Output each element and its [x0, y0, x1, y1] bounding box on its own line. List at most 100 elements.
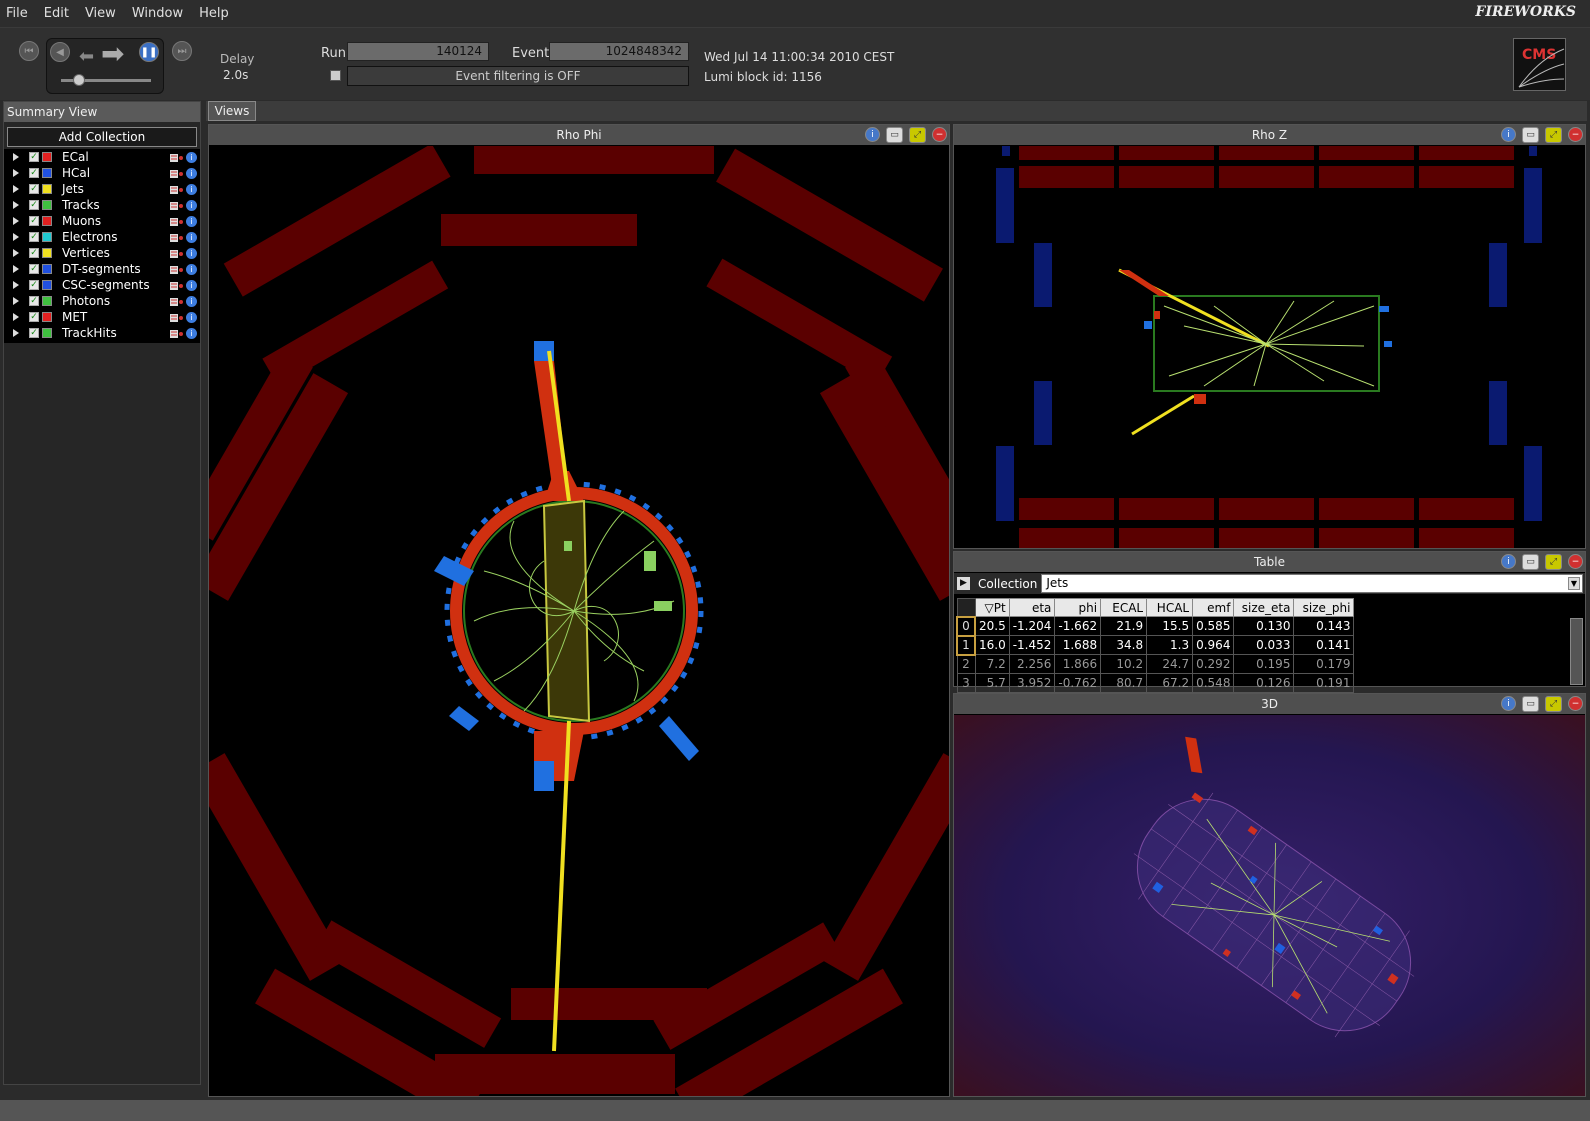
filter-icon[interactable] [170, 264, 183, 274]
info-icon[interactable]: i [1501, 554, 1516, 569]
color-swatch[interactable] [42, 232, 52, 242]
add-collection-button[interactable]: Add Collection [7, 127, 197, 147]
column-header[interactable]: eta [1008, 598, 1056, 617]
info-icon[interactable]: i [865, 127, 880, 142]
visibility-checkbox[interactable]: ✓ [29, 312, 39, 322]
first-event-button[interactable]: ⏮ [19, 41, 39, 61]
info-icon[interactable]: i [186, 263, 197, 275]
info-icon[interactable]: i [186, 247, 197, 259]
visibility-checkbox[interactable]: ✓ [29, 248, 39, 258]
visibility-checkbox[interactable]: ✓ [29, 152, 39, 162]
filter-icon[interactable] [170, 168, 183, 178]
expand-triangle-icon[interactable] [13, 233, 19, 241]
info-icon[interactable]: i [186, 327, 197, 339]
row-index[interactable]: 3 [956, 673, 976, 693]
column-header[interactable]: size_eta [1233, 598, 1295, 617]
rho-phi-canvas[interactable] [209, 136, 949, 1096]
collection-item-vertices[interactable]: ✓ Vertices i [4, 245, 200, 261]
maximize-icon[interactable]: ⤢ [1545, 554, 1562, 570]
forward-arrow-icon[interactable]: ➡ [101, 40, 124, 68]
column-header[interactable]: phi [1054, 598, 1102, 617]
undock-icon[interactable]: ▭ [886, 127, 903, 143]
color-swatch[interactable] [42, 168, 52, 178]
menu-help[interactable]: Help [199, 6, 229, 21]
expand-triangle-icon[interactable] [13, 169, 19, 177]
menu-edit[interactable]: Edit [44, 6, 69, 21]
previous-event-button[interactable]: ◀ [50, 42, 70, 62]
color-swatch[interactable] [42, 312, 52, 322]
filter-icon[interactable] [170, 152, 183, 162]
info-icon[interactable]: i [186, 167, 197, 179]
collection-item-ecal[interactable]: ✓ ECal i [4, 149, 200, 165]
collection-item-dt-segments[interactable]: ✓ DT-segments i [4, 261, 200, 277]
rho-z-canvas[interactable] [954, 146, 1585, 548]
color-swatch[interactable] [42, 152, 52, 162]
menu-view[interactable]: View [85, 6, 116, 21]
table-row[interactable]: 0 20.5 -1.204 -1.662 21.9 15.5 0.585 0.130 0.143 [956, 615, 1355, 637]
maximize-icon[interactable]: ⤢ [1545, 696, 1562, 712]
collection-item-csc-segments[interactable]: ✓ CSC-segments i [4, 277, 200, 293]
close-icon[interactable]: − [932, 127, 947, 142]
row-index[interactable]: 1 [956, 634, 976, 656]
table-scrollbar[interactable] [1570, 618, 1583, 685]
collection-item-hcal[interactable]: ✓ HCal i [4, 165, 200, 181]
delay-slider-handle[interactable] [73, 74, 85, 86]
column-header[interactable]: ECAL [1100, 598, 1148, 617]
expand-triangle-icon[interactable] [13, 265, 19, 273]
3d-canvas[interactable] [954, 715, 1585, 1096]
expand-triangle-icon[interactable] [13, 297, 19, 305]
collection-item-jets[interactable]: ✓ Jets i [4, 181, 200, 197]
event-filter-checkbox[interactable] [330, 70, 341, 81]
expand-triangle-icon[interactable] [13, 201, 19, 209]
event-field[interactable]: 1024848342 [549, 42, 689, 61]
expand-triangle-icon[interactable] [13, 153, 19, 161]
filter-icon[interactable] [170, 248, 183, 258]
expand-triangle-icon[interactable] [13, 249, 19, 257]
expand-triangle-icon[interactable] [13, 313, 19, 321]
close-icon[interactable]: − [1568, 696, 1583, 711]
color-swatch[interactable] [42, 280, 52, 290]
info-icon[interactable]: i [186, 311, 197, 323]
pause-button[interactable]: ❚❚ [139, 42, 159, 62]
last-event-button[interactable]: ⏭ [172, 41, 192, 61]
undock-icon[interactable]: ▭ [1522, 696, 1539, 712]
filter-icon[interactable] [170, 216, 183, 226]
chevron-down-icon[interactable]: ▼ [1568, 577, 1580, 590]
filter-icon[interactable] [170, 200, 183, 210]
collection-item-tracks[interactable]: ✓ Tracks i [4, 197, 200, 213]
info-icon[interactable]: i [186, 151, 197, 163]
collection-item-photons[interactable]: ✓ Photons i [4, 293, 200, 309]
filter-icon[interactable] [170, 328, 183, 338]
column-header[interactable]: ▽Pt [974, 598, 1010, 617]
expand-triangle-icon[interactable] [13, 217, 19, 225]
visibility-checkbox[interactable]: ✓ [29, 168, 39, 178]
row-index[interactable]: 0 [956, 615, 976, 637]
filter-icon[interactable] [170, 232, 183, 242]
expand-collection-icon[interactable]: ▶ [957, 577, 970, 590]
table-row[interactable]: 1 16.0 -1.452 1.688 34.8 1.3 0.964 0.033 0.141 [956, 634, 1355, 656]
column-header[interactable]: HCAL [1146, 598, 1194, 617]
tab-views[interactable]: Views [208, 101, 256, 121]
info-icon[interactable]: i [186, 199, 197, 211]
visibility-checkbox[interactable]: ✓ [29, 296, 39, 306]
color-swatch[interactable] [42, 328, 52, 338]
menu-window[interactable]: Window [132, 6, 183, 21]
visibility-checkbox[interactable]: ✓ [29, 200, 39, 210]
undock-icon[interactable]: ▭ [1522, 127, 1539, 143]
visibility-checkbox[interactable]: ✓ [29, 328, 39, 338]
color-swatch[interactable] [42, 216, 52, 226]
table-row[interactable]: 3 5.7 3.952 -0.762 80.7 67.2 0.548 0.126 0.191 [956, 673, 1355, 693]
collection-dropdown[interactable]: Jets ▼ [1041, 574, 1583, 593]
maximize-icon[interactable]: ⤢ [909, 127, 926, 143]
info-icon[interactable]: i [186, 295, 197, 307]
undock-icon[interactable]: ▭ [1522, 554, 1539, 570]
maximize-icon[interactable]: ⤢ [1545, 127, 1562, 143]
collection-item-trackhits[interactable]: ✓ TrackHits i [4, 325, 200, 341]
event-filter-button[interactable]: Event filtering is OFF [347, 66, 689, 86]
column-header[interactable]: size_phi [1293, 598, 1355, 617]
collection-item-muons[interactable]: ✓ Muons i [4, 213, 200, 229]
info-icon[interactable]: i [186, 279, 197, 291]
expand-triangle-icon[interactable] [13, 329, 19, 337]
color-swatch[interactable] [42, 296, 52, 306]
color-swatch[interactable] [42, 200, 52, 210]
